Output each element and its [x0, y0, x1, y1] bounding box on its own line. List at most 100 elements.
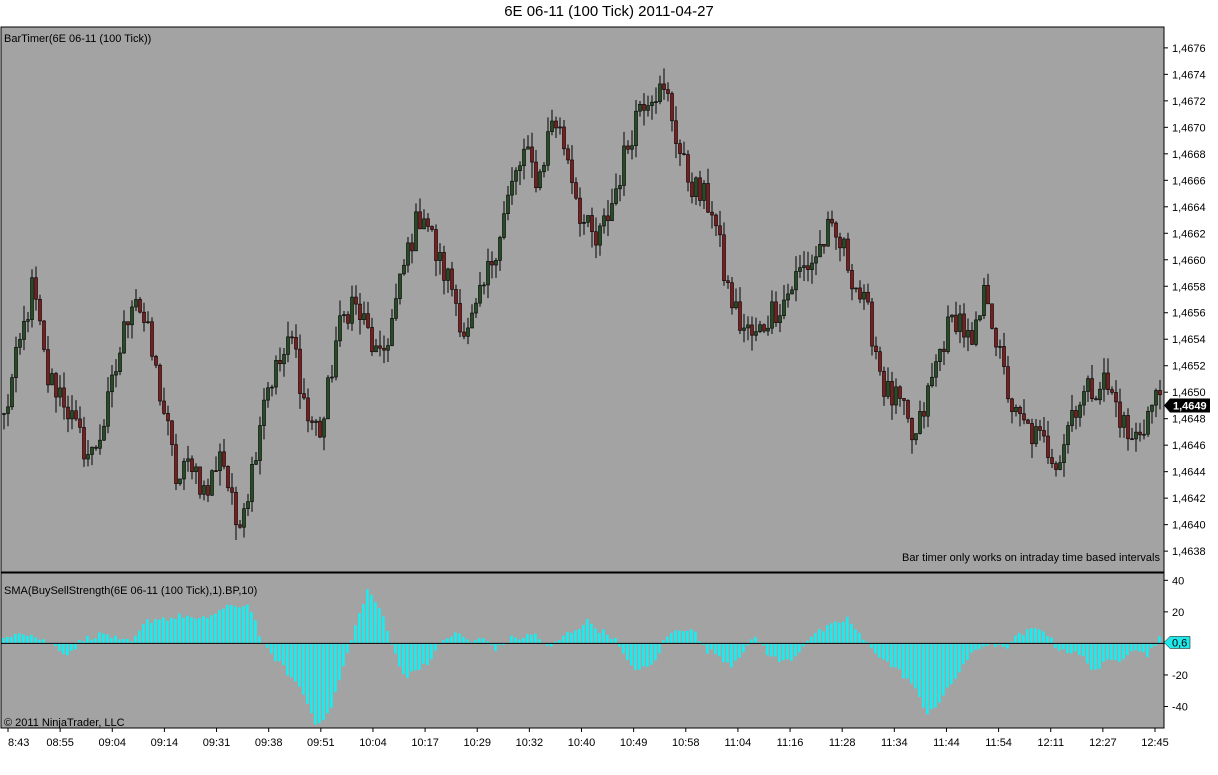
price-tick-label: 1,4670 — [1172, 122, 1206, 134]
histogram-bar — [1102, 643, 1105, 662]
histogram-bar — [38, 639, 41, 644]
histogram-bar — [830, 623, 833, 644]
histogram-bar — [1118, 643, 1121, 663]
histogram-bar — [18, 633, 21, 644]
histogram-bar — [42, 639, 45, 644]
histogram-bar — [926, 643, 929, 715]
histogram-bar — [282, 643, 285, 666]
histogram-bar — [418, 643, 421, 670]
histogram-bar — [606, 635, 609, 644]
histogram-bar — [346, 643, 349, 653]
histogram-bar — [246, 604, 249, 644]
histogram-bar — [298, 643, 301, 687]
histogram-bar — [642, 643, 645, 667]
histogram-bar — [454, 632, 457, 644]
time-tick-label: 8:43 — [8, 737, 29, 749]
histogram-bar — [654, 643, 657, 661]
histogram-bar — [114, 635, 117, 644]
histogram-bar — [310, 643, 313, 714]
time-tick-label: 11:28 — [829, 737, 856, 749]
histogram-bar — [1042, 631, 1045, 644]
histogram-bar — [102, 633, 105, 644]
histogram-bar — [1014, 635, 1017, 644]
time-tick-label: 09:38 — [255, 737, 283, 749]
histogram-bar — [514, 637, 517, 644]
price-tick-label: 1,4672 — [1172, 96, 1206, 108]
time-tick-label: 10:49 — [620, 737, 648, 749]
histogram-bar — [954, 643, 957, 679]
indicator-tick-label: 20 — [1172, 607, 1184, 619]
histogram-bar — [158, 619, 161, 644]
histogram-bar — [946, 643, 949, 688]
histogram-bar — [290, 643, 293, 678]
time-tick-label: 09:14 — [151, 737, 179, 749]
histogram-bar — [410, 643, 413, 672]
histogram-bar — [154, 619, 157, 644]
histogram-bar — [902, 643, 905, 679]
histogram-bar — [570, 632, 573, 644]
chart-canvas[interactable]: 1,4638 1,4640 1,4642 1,4644 1,4646 1,4648 1,46… — [0, 0, 1218, 775]
histogram-bar — [234, 606, 237, 644]
histogram-bar — [402, 643, 405, 675]
histogram-bar — [790, 643, 793, 661]
histogram-bar — [562, 635, 565, 644]
time-tick-label: 11:44 — [933, 737, 960, 749]
histogram-bar — [1146, 643, 1149, 657]
histogram-bar — [266, 643, 269, 648]
histogram-bar — [478, 638, 481, 644]
time-tick-label: 12:27 — [1089, 737, 1117, 749]
histogram-bar — [258, 636, 261, 644]
time-tick-label: 11:34 — [881, 737, 908, 749]
histogram-bar — [206, 617, 209, 644]
histogram-bar — [1130, 643, 1133, 652]
histogram-bar — [74, 643, 77, 650]
price-tick-label: 1,4664 — [1172, 202, 1206, 214]
candle — [158, 363, 162, 406]
histogram-bar — [1018, 633, 1021, 644]
histogram-bar — [134, 635, 137, 644]
histogram-bar — [94, 638, 97, 644]
indicator-value-marker: 0,6 — [1163, 636, 1191, 649]
histogram-bar — [138, 630, 141, 644]
price-tick-label: 1,4654 — [1172, 334, 1206, 346]
histogram-bar — [618, 643, 621, 647]
price-tick-label: 1,4638 — [1172, 546, 1206, 558]
histogram-bar — [78, 639, 81, 644]
histogram-bar — [318, 643, 321, 724]
histogram-bar — [386, 630, 389, 644]
histogram-bar — [226, 604, 229, 644]
histogram-bar — [10, 636, 13, 644]
histogram-bar — [582, 624, 585, 644]
histogram-bar — [86, 635, 89, 644]
candle — [846, 232, 850, 273]
histogram-bar — [338, 643, 341, 681]
histogram-bar — [590, 623, 593, 644]
histogram-bar — [270, 643, 273, 654]
histogram-bar — [150, 622, 153, 644]
price-tick-label: 1,4644 — [1172, 467, 1206, 479]
histogram-bar — [222, 608, 225, 644]
histogram-bar — [1038, 629, 1041, 644]
histogram-bar — [786, 643, 789, 659]
histogram-bar — [202, 616, 205, 644]
histogram-bar — [214, 613, 217, 644]
candle — [198, 466, 202, 499]
price-tick-label: 1,4646 — [1172, 440, 1206, 452]
histogram-bar — [1138, 643, 1141, 652]
histogram-bar — [714, 643, 717, 654]
histogram-bar — [1002, 643, 1005, 647]
candle — [42, 320, 46, 353]
histogram-bar — [942, 643, 945, 696]
histogram-bar — [218, 610, 221, 644]
histogram-bar — [690, 629, 693, 644]
histogram-bar — [14, 633, 17, 644]
histogram-bar — [2, 637, 5, 644]
histogram-bar — [738, 643, 741, 658]
histogram-bar — [682, 631, 685, 644]
histogram-bar — [970, 643, 973, 653]
time-tick-label: 11:16 — [777, 737, 804, 749]
histogram-bar — [630, 643, 633, 666]
histogram-bar — [374, 602, 377, 644]
histogram-bar — [250, 612, 253, 644]
histogram-bar — [462, 637, 465, 644]
